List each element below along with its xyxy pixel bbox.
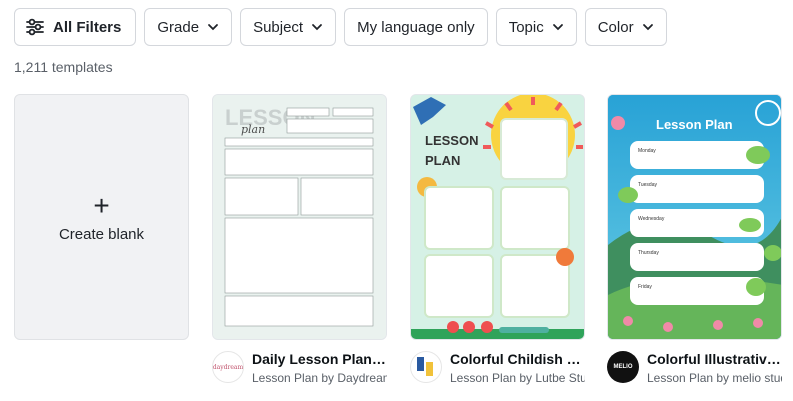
create-blank-card[interactable]: + Create blank xyxy=(14,94,189,340)
template-card-1[interactable]: LESSON plan xyxy=(212,94,387,340)
template-subtitle[interactable]: Lesson Plan by melio studio xyxy=(647,371,782,385)
template-card-2[interactable]: LESSON PLAN xyxy=(410,94,585,340)
avatar-logo: MELIO xyxy=(613,364,633,370)
template-title[interactable]: Colorful Childish Lesson Plan xyxy=(450,351,585,367)
svg-text:Friday: Friday xyxy=(638,284,652,290)
template-thumbnail: LESSON plan xyxy=(213,95,386,339)
grade-label: Grade xyxy=(157,18,200,36)
language-toggle[interactable]: My language only xyxy=(344,8,488,46)
template-subtitle[interactable]: Lesson Plan by Daydreams xyxy=(252,371,387,385)
thumb-heading-2: PLAN xyxy=(425,153,460,168)
language-label: My language only xyxy=(357,18,475,36)
template-thumbnail: LESSON PLAN xyxy=(411,95,584,339)
create-blank-label: Create blank xyxy=(58,225,145,243)
avatar-logo: daydream xyxy=(212,363,244,371)
svg-text:Tuesday: Tuesday xyxy=(638,182,657,188)
sliders-icon xyxy=(26,18,44,36)
template-thumbnail: Lesson Plan Monday Tuesday Wednesday Thu… xyxy=(608,95,781,339)
template-meta-3: MELIO Colorful Illustrative Lesson Plan … xyxy=(607,351,782,385)
svg-text:Monday: Monday xyxy=(638,148,656,154)
color-label: Color xyxy=(597,18,634,36)
chevron-down-icon xyxy=(642,24,653,31)
color-dropdown[interactable]: Color xyxy=(584,8,667,46)
topic-dropdown[interactable]: Topic xyxy=(495,8,577,46)
subject-dropdown[interactable]: Subject xyxy=(240,8,337,46)
all-filters-label: All Filters xyxy=(53,18,122,36)
template-title[interactable]: Colorful Illustrative Lesson Plan xyxy=(647,351,782,367)
template-card-3[interactable]: Lesson Plan Monday Tuesday Wednesday Thu… xyxy=(607,94,782,340)
svg-text:Thursday: Thursday xyxy=(638,250,659,256)
avatar: MELIO xyxy=(607,351,639,383)
avatar-logo-icon xyxy=(417,357,433,376)
all-filters-button[interactable]: All Filters xyxy=(14,8,137,46)
template-meta-2: Colorful Childish Lesson Plan Lesson Pla… xyxy=(410,351,585,385)
topic-label: Topic xyxy=(508,18,544,36)
plus-icon: + xyxy=(93,189,110,221)
thumb-script: plan xyxy=(241,123,265,136)
chevron-down-icon xyxy=(208,24,218,31)
grade-dropdown[interactable]: Grade xyxy=(144,8,233,46)
thumb-heading: Lesson Plan xyxy=(656,117,733,132)
filter-bar: All Filters Grade Subject My language on… xyxy=(14,8,667,46)
avatar: daydream xyxy=(212,351,244,383)
template-count: 1,211 templates xyxy=(14,59,113,75)
subject-label: Subject xyxy=(253,18,304,36)
template-title[interactable]: Daily Lesson Plan Worksheet xyxy=(252,351,387,367)
chevron-down-icon xyxy=(312,24,323,31)
chevron-down-icon xyxy=(552,24,563,31)
thumb-heading-1: LESSON xyxy=(425,133,478,148)
avatar xyxy=(410,351,442,383)
svg-text:Wednesday: Wednesday xyxy=(638,216,665,222)
template-subtitle[interactable]: Lesson Plan by Lutbe Studio xyxy=(450,371,585,385)
template-meta-1: daydream Daily Lesson Plan Worksheet Les… xyxy=(212,351,387,385)
